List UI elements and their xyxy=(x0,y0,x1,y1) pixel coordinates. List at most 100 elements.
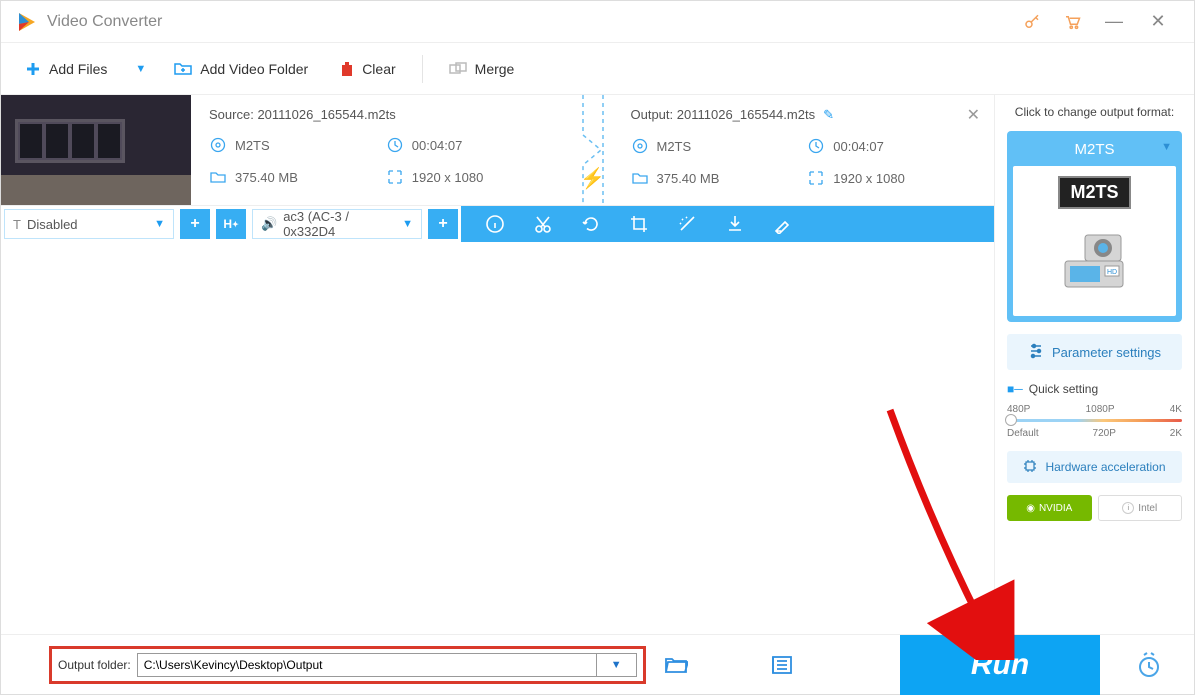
output-folder-label: Output folder: xyxy=(58,658,131,672)
preset-2k: 2K xyxy=(1170,428,1182,439)
rotate-icon[interactable] xyxy=(581,214,601,234)
param-label: Parameter settings xyxy=(1052,345,1161,360)
clock-icon xyxy=(386,136,404,154)
output-format-card[interactable]: M2TS ▼ M2TS HD xyxy=(1007,131,1182,322)
lightning-icon: ⚡ xyxy=(580,166,605,191)
preset-1080p: 1080P xyxy=(1086,404,1115,415)
audio-value: ac3 (AC-3 / 0x332D4 xyxy=(283,209,402,239)
source-duration: 00:04:07 xyxy=(412,138,463,153)
conversion-divider: ⚡ xyxy=(573,95,613,205)
remove-item-icon[interactable]: ✕ xyxy=(967,105,980,125)
quality-slider[interactable] xyxy=(1007,419,1182,422)
edit-name-icon[interactable]: ✎ xyxy=(823,107,834,122)
output-label: Output: xyxy=(631,107,674,122)
hw-label: Hardware acceleration xyxy=(1045,460,1165,474)
run-button[interactable]: Run xyxy=(900,635,1100,695)
add-folder-button[interactable]: Add Video Folder xyxy=(160,52,322,86)
sliders-icon xyxy=(1028,343,1044,362)
speaker-icon: 🔊 xyxy=(261,216,277,232)
run-label: Run xyxy=(971,648,1029,682)
crop-icon[interactable] xyxy=(629,214,649,234)
intel-chip[interactable]: iIntel xyxy=(1098,495,1183,521)
svg-text:HD: HD xyxy=(1106,269,1116,276)
item-controls: T Disabled ▼ + H✦ 🔊 ac3 (AC-3 / 0x332D4 … xyxy=(1,206,994,242)
output-duration: 00:04:07 xyxy=(833,139,884,154)
nvidia-chip[interactable]: ◉NVIDIA xyxy=(1007,495,1092,521)
file-item: Source: 20111026_165544.m2ts M2TS 00:04:… xyxy=(1,95,994,206)
output-size: 375.40 MB xyxy=(657,171,720,186)
change-format-label: Click to change output format: xyxy=(1007,105,1182,119)
cart-icon[interactable] xyxy=(1052,2,1092,42)
titlebar: Video Converter — ✕ xyxy=(1,1,1194,43)
folder-icon xyxy=(631,169,649,187)
nvidia-label: NVIDIA xyxy=(1039,503,1072,514)
resolution-icon xyxy=(386,168,404,186)
output-folder-highlight: Output folder: ▼ xyxy=(49,646,646,684)
subtitle-h-button[interactable]: H✦ xyxy=(216,209,246,239)
key-icon[interactable] xyxy=(1012,2,1052,42)
hardware-accel-button[interactable]: Hardware acceleration xyxy=(1007,451,1182,483)
camcorder-icon: HD xyxy=(1055,217,1135,302)
watermark-icon[interactable] xyxy=(725,214,745,234)
source-info: Source: 20111026_165544.m2ts M2TS 00:04:… xyxy=(191,95,573,205)
task-list-icon[interactable] xyxy=(766,649,798,681)
output-folder-input[interactable] xyxy=(137,653,597,677)
intel-label: Intel xyxy=(1138,503,1157,514)
add-subtitle-button[interactable]: + xyxy=(180,209,210,239)
chevron-down-icon: ▼ xyxy=(1161,141,1172,153)
audio-dropdown[interactable]: 🔊 ac3 (AC-3 / 0x332D4 ▼ xyxy=(252,209,422,239)
bottom-bar: Output folder: ▼ Run xyxy=(1,634,1194,694)
effects-icon[interactable] xyxy=(677,214,697,234)
preset-4k: 4K xyxy=(1170,404,1182,415)
output-resolution: 1920 x 1080 xyxy=(833,171,905,186)
format-badge: M2TS xyxy=(1058,176,1130,209)
minimize-button[interactable]: — xyxy=(1092,2,1136,42)
output-info: Output: 20111026_165544.m2ts ✎ M2TS 00:04… xyxy=(613,95,995,205)
source-format: M2TS xyxy=(235,138,270,153)
output-folder-dropdown[interactable]: ▼ xyxy=(597,653,637,677)
schedule-icon[interactable] xyxy=(1114,635,1184,695)
info-icon[interactable] xyxy=(485,214,505,234)
add-files-dropdown-icon[interactable]: ▼ xyxy=(125,63,156,75)
source-size: 375.40 MB xyxy=(235,170,298,185)
chevron-down-icon: ▼ xyxy=(402,218,413,230)
folder-plus-icon xyxy=(174,61,192,77)
subtitle-value: Disabled xyxy=(27,217,78,232)
parameter-settings-button[interactable]: Parameter settings xyxy=(1007,334,1182,370)
subtitle-icon: T xyxy=(13,217,21,232)
open-folder-icon[interactable] xyxy=(660,649,692,681)
merge-icon xyxy=(449,62,467,76)
output-filename: 20111026_165544.m2ts xyxy=(677,107,815,122)
disc-icon xyxy=(209,136,227,154)
add-folder-label: Add Video Folder xyxy=(200,61,308,77)
format-card-title: M2TS xyxy=(1013,137,1176,166)
app-logo-icon xyxy=(15,10,39,34)
merge-label: Merge xyxy=(475,61,515,77)
preset-720p: 720P xyxy=(1093,428,1116,439)
source-label: Source: xyxy=(209,107,254,122)
quick-setting-label: Quick setting xyxy=(1029,382,1098,396)
plus-icon xyxy=(25,61,41,77)
source-resolution: 1920 x 1080 xyxy=(412,170,484,185)
disc-icon xyxy=(631,137,649,155)
right-panel: Click to change output format: M2TS ▼ M2… xyxy=(994,95,1194,634)
chip-icon xyxy=(1023,459,1037,476)
toolbar: Add Files ▼ Add Video Folder Clear Merge xyxy=(1,43,1194,95)
video-thumbnail[interactable] xyxy=(1,95,191,205)
clock-icon xyxy=(807,137,825,155)
source-filename: 20111026_165544.m2ts xyxy=(257,107,395,122)
add-files-button[interactable]: Add Files xyxy=(11,52,121,86)
resolution-icon xyxy=(807,169,825,187)
clear-button[interactable]: Clear xyxy=(326,52,409,86)
subtitle-dropdown[interactable]: T Disabled ▼ xyxy=(4,209,174,239)
output-format: M2TS xyxy=(657,139,692,154)
edit-icon[interactable] xyxy=(773,214,793,234)
folder-icon xyxy=(209,168,227,186)
preset-default: Default xyxy=(1007,428,1039,439)
add-files-label: Add Files xyxy=(49,61,107,77)
chevron-down-icon: ▼ xyxy=(154,218,165,230)
add-audio-button[interactable]: + xyxy=(428,209,458,239)
cut-icon[interactable] xyxy=(533,214,553,234)
close-button[interactable]: ✕ xyxy=(1136,2,1180,42)
toolbar-separator xyxy=(422,55,423,83)
